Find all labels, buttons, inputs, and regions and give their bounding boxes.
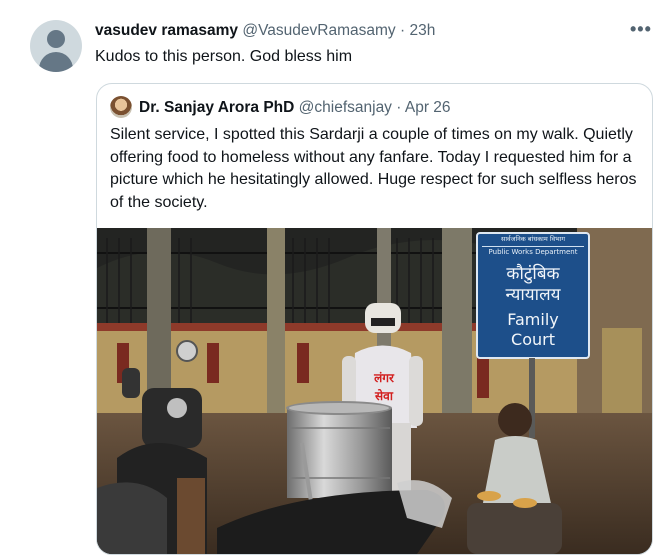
quoted-author-name[interactable]: Dr. Sanjay Arora PhD bbox=[139, 99, 294, 116]
quoted-separator-dot: · bbox=[396, 99, 402, 116]
tweet-text: Kudos to this person. God bless him bbox=[95, 48, 353, 65]
more-options-icon[interactable]: ••• bbox=[630, 20, 652, 38]
sign-english-line-1: Family bbox=[507, 310, 558, 329]
tweet[interactable]: vasudev ramasamy @VasudevRamasamy · 23h … bbox=[0, 0, 659, 555]
quoted-tweet-header: Dr. Sanjay Arora PhD @chiefsanjay · Apr … bbox=[139, 99, 451, 117]
photo-scene: सार्वजनिक बांधकाम विभाग Public Works Dep… bbox=[97, 228, 652, 554]
quoted-timestamp[interactable]: Apr 26 bbox=[405, 99, 451, 116]
tweet-header: vasudev ramasamy @VasudevRamasamy · 23h bbox=[95, 22, 435, 40]
sign-hindi-line-1: कौटुंबिक bbox=[506, 263, 560, 284]
separator-dot: · bbox=[399, 22, 406, 39]
avatar[interactable] bbox=[30, 20, 82, 72]
avatar-body bbox=[39, 52, 73, 72]
sign-english-line-2: Court bbox=[511, 330, 555, 349]
timestamp[interactable]: 23h bbox=[409, 22, 435, 39]
sign-top-hindi: सार्वजनिक बांधकाम विभाग bbox=[501, 235, 565, 243]
author-name[interactable]: vasudev ramasamy bbox=[95, 22, 238, 39]
avatar-head bbox=[47, 30, 65, 48]
quoted-tweet-text: Silent service, I spotted this Sardarji … bbox=[110, 126, 637, 211]
quoted-author-avatar[interactable] bbox=[110, 96, 132, 118]
quoted-author-handle[interactable]: @chiefsanjay bbox=[299, 99, 392, 116]
apron-text-1: लंगर bbox=[373, 371, 395, 385]
sign-hindi-line-2: न्यायालय bbox=[506, 285, 562, 305]
apron-text-2: सेवा bbox=[374, 389, 394, 403]
author-handle[interactable]: @VasudevRamasamy bbox=[242, 22, 395, 39]
quoted-tweet[interactable]: Dr. Sanjay Arora PhD @chiefsanjay · Apr … bbox=[96, 83, 653, 555]
sign-top-english: Public Works Department bbox=[489, 248, 578, 256]
tweet-photo[interactable]: सार्वजनिक बांधकाम विभाग Public Works Dep… bbox=[97, 228, 652, 554]
